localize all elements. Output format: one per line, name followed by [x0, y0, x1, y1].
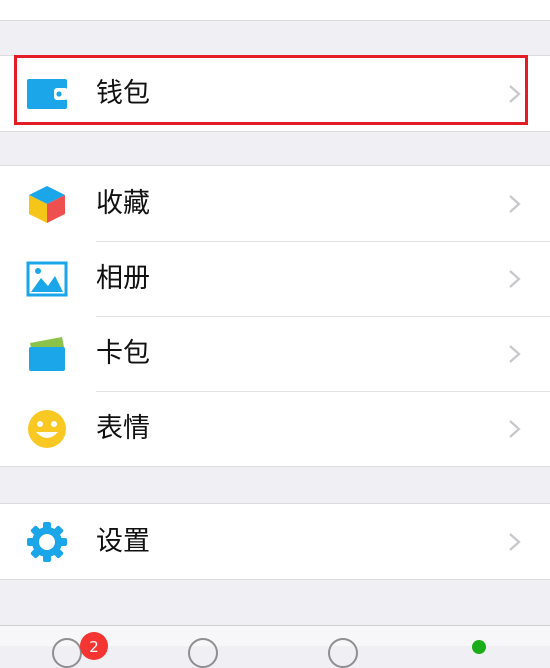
album-label: 相册 — [96, 263, 150, 294]
menu-item-emoji[interactable]: 表情 — [0, 391, 550, 466]
wallet-label: 钱包 — [96, 78, 150, 109]
menu-item-cards[interactable]: 卡包 — [0, 316, 550, 391]
menu-item-favorites[interactable]: 收藏 — [0, 166, 550, 241]
tab-contacts-icon[interactable] — [188, 638, 218, 668]
unread-badge: 2 — [80, 632, 108, 660]
emoji-smile-icon — [28, 410, 66, 448]
chevron-right-icon — [509, 270, 521, 288]
album-picture-icon — [26, 261, 68, 297]
tab-discover-icon[interactable] — [328, 638, 358, 668]
gear-icon — [27, 522, 67, 562]
settings-label: 设置 — [96, 526, 150, 557]
wallet-row[interactable]: 钱包 — [0, 56, 550, 131]
chevron-right-icon — [509, 345, 521, 363]
menu-item-settings[interactable]: 设置 — [0, 504, 550, 579]
favorites-cube-icon — [29, 186, 65, 223]
chevron-right-icon — [509, 420, 521, 438]
features-group: 收藏 相册 卡包 表情 — [0, 165, 550, 467]
tab-chats-icon[interactable] — [52, 638, 82, 668]
favorites-label: 收藏 — [96, 188, 150, 219]
wallet-icon — [27, 79, 68, 109]
chevron-right-icon — [509, 533, 521, 551]
card-wallet-icon — [29, 337, 65, 371]
previous-section-bottom — [0, 0, 550, 21]
menu-item-album[interactable]: 相册 — [0, 241, 550, 316]
chevron-right-icon — [509, 85, 521, 103]
emoji-label: 表情 — [96, 413, 150, 444]
me-tab-dot-icon[interactable] — [472, 640, 486, 654]
settings-group: 设置 — [0, 503, 550, 580]
chevron-right-icon — [509, 195, 521, 213]
bottom-tab-bar: 2 — [0, 625, 550, 668]
wallet-group: 钱包 — [0, 55, 550, 132]
cards-label: 卡包 — [96, 338, 150, 369]
